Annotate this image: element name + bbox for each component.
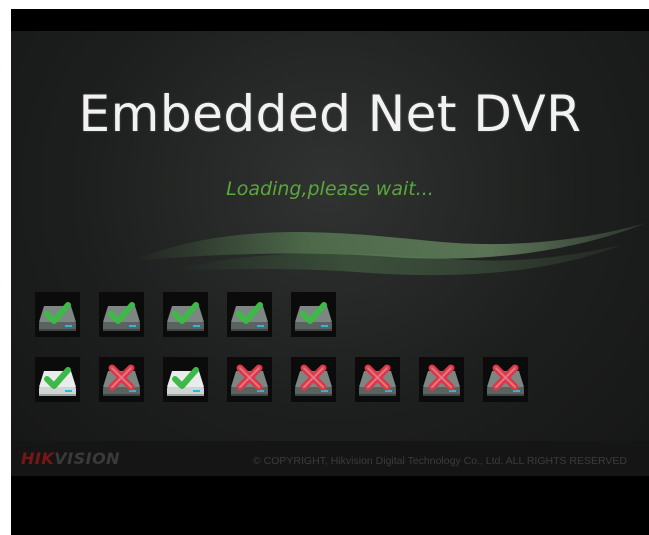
disk-error-icon: [419, 357, 464, 402]
loading-text: Loading,please wait...: [226, 178, 434, 200]
disk-row-bottom: [35, 357, 528, 402]
disk-row-top: [35, 292, 336, 337]
dvr-screen: Embedded Net DVR Loading,please wait...: [11, 9, 649, 535]
disk-ok-icon: [35, 357, 80, 402]
copyright-text: © COPYRIGHT, Hikvision Digital Technolog…: [253, 455, 628, 467]
disk-ok-icon: [99, 292, 144, 337]
disk-error-icon: [99, 357, 144, 402]
logo-part-hik: HIK: [21, 449, 55, 468]
splash-title: Embedded Net DVR: [78, 85, 582, 143]
hikvision-logo: HIKVISION: [21, 449, 120, 468]
splash-panel: Embedded Net DVR Loading,please wait...: [11, 31, 649, 476]
swoosh-graphic: [131, 223, 646, 276]
disk-error-icon: [291, 357, 336, 402]
disk-error-icon: [483, 357, 528, 402]
disk-ok-icon: [291, 292, 336, 337]
disk-ok-icon: [163, 292, 208, 337]
disk-ok-icon: [227, 292, 272, 337]
disk-error-icon: [227, 357, 272, 402]
disk-error-icon: [355, 357, 400, 402]
logo-part-vision: VISION: [54, 449, 121, 468]
disk-ok-icon: [35, 292, 80, 337]
disk-ok-icon: [163, 357, 208, 402]
